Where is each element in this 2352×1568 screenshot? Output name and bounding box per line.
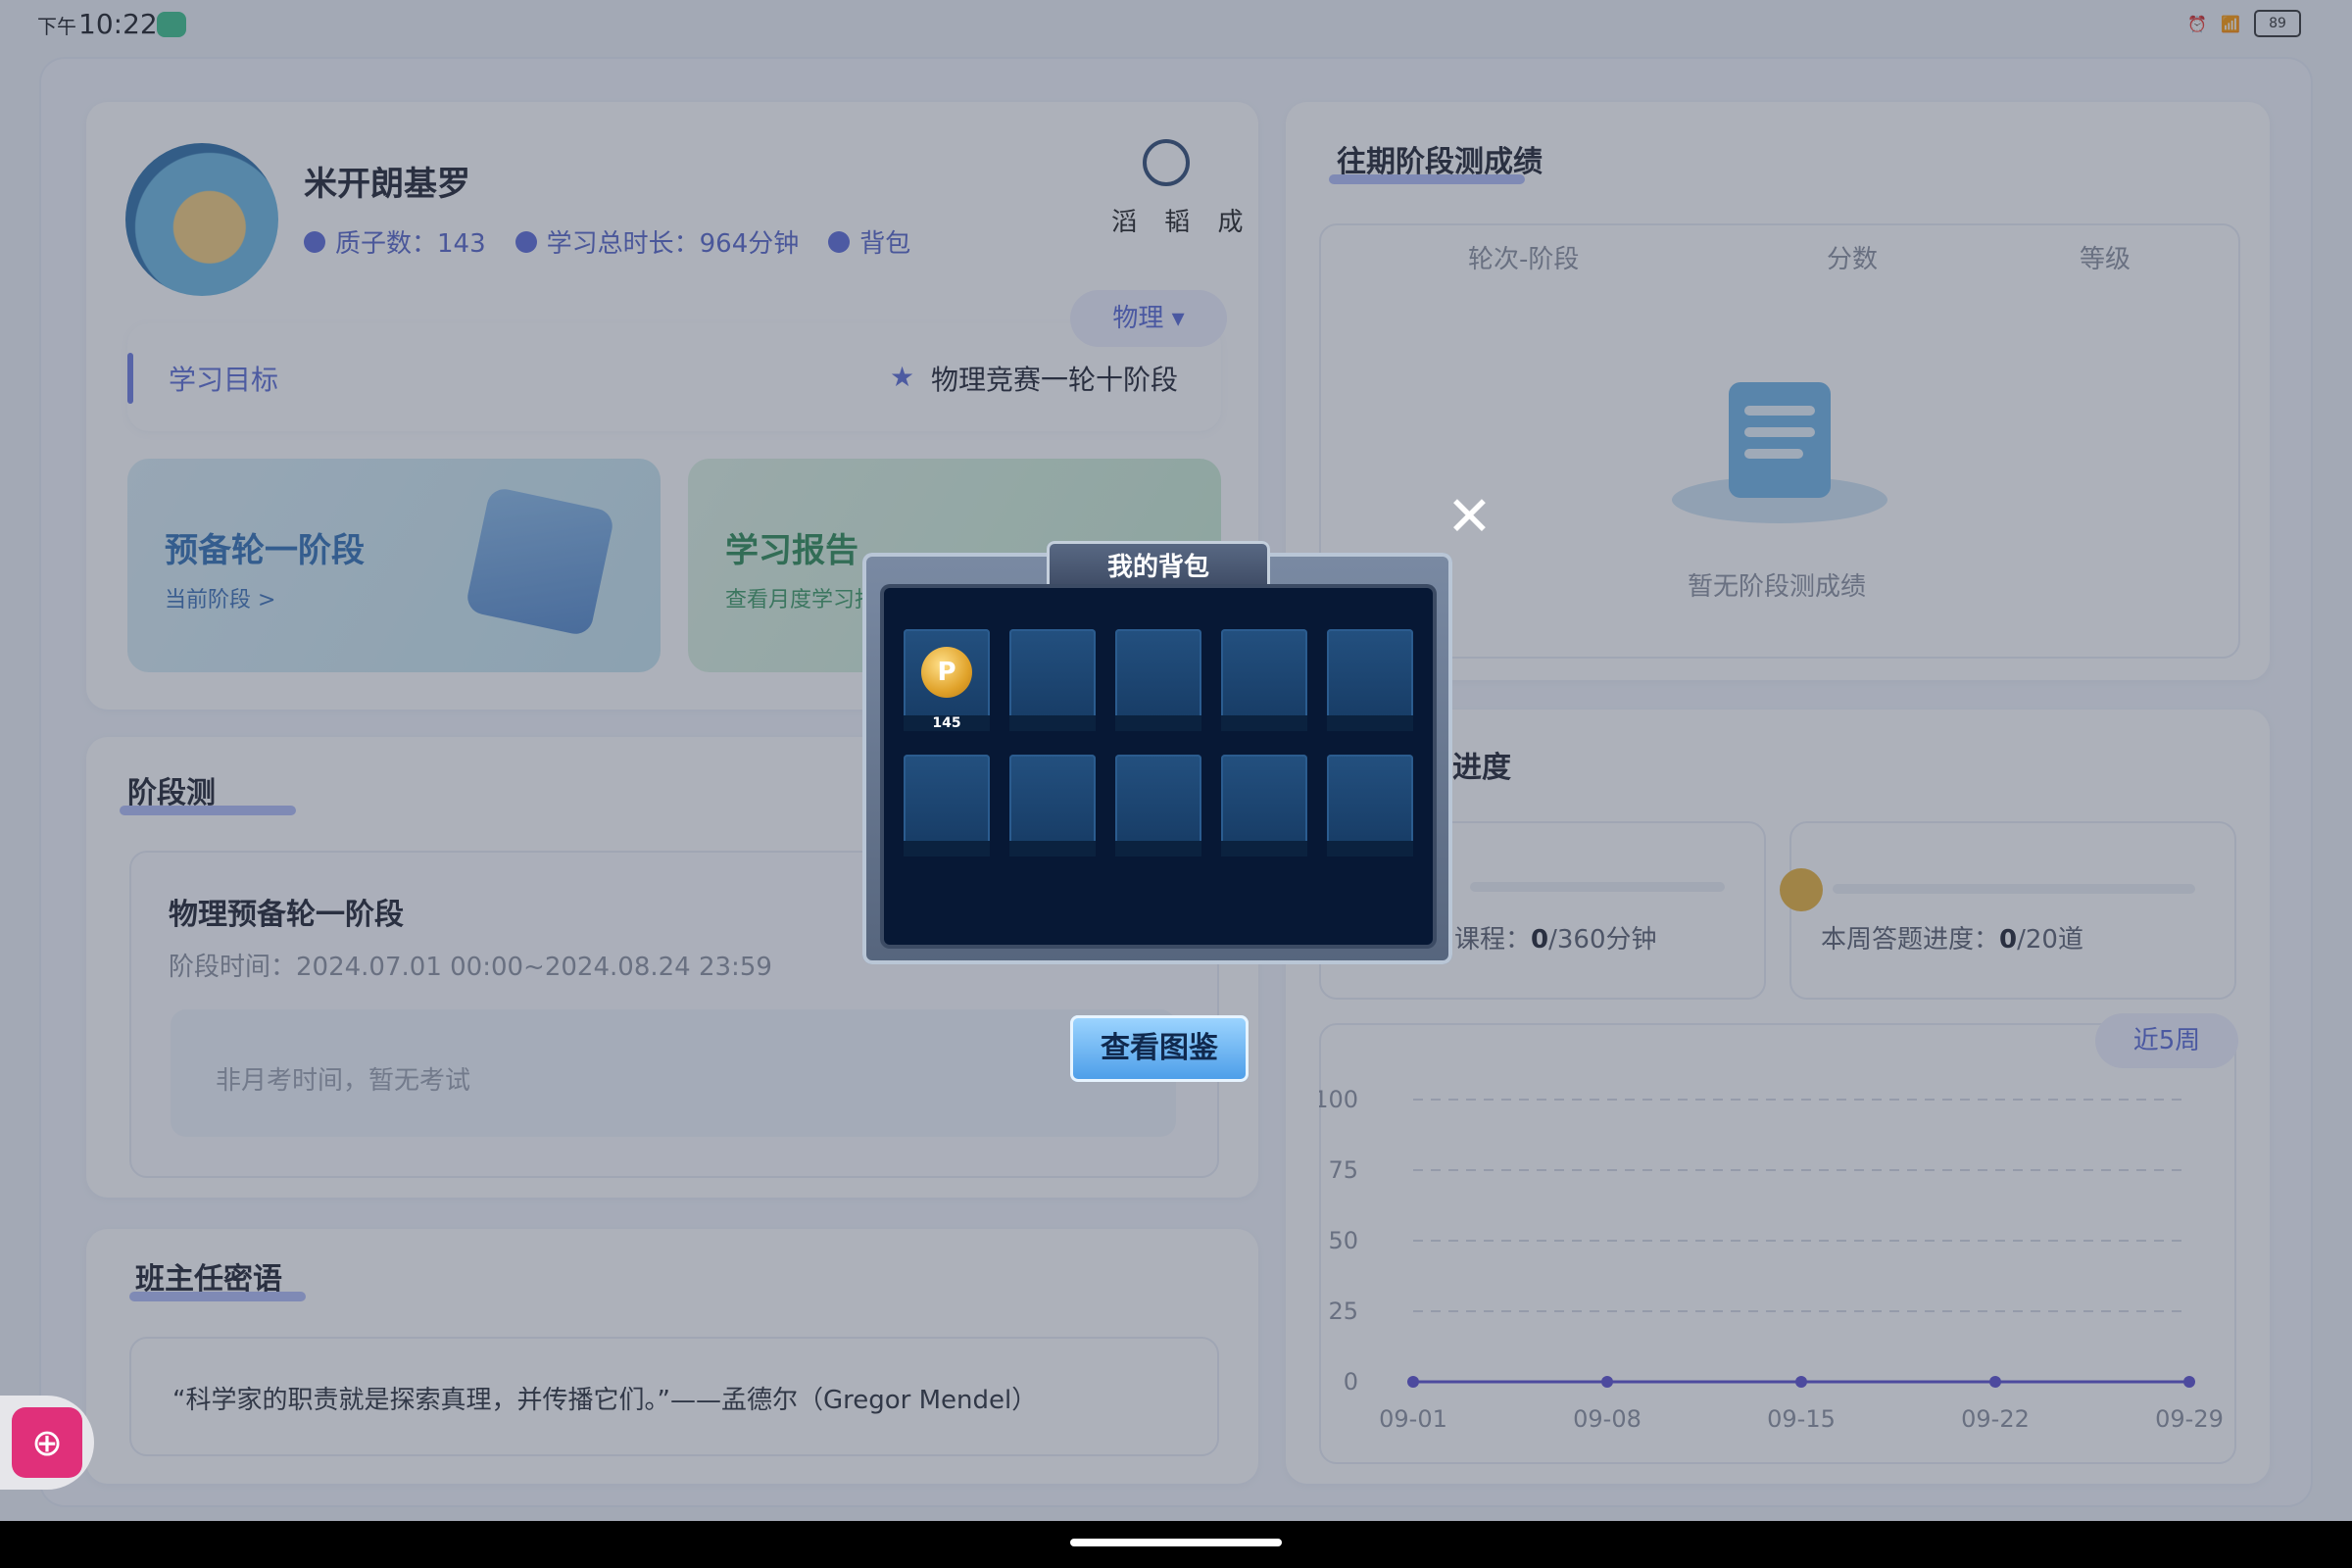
zoom-in-icon[interactable]: ⊕ [12, 1407, 82, 1478]
proton-coin-icon: P [921, 647, 972, 698]
slot-footer [1327, 841, 1413, 857]
home-indicator[interactable] [1070, 1539, 1282, 1546]
empty-slot[interactable] [1221, 755, 1307, 857]
empty-slot[interactable] [1115, 629, 1201, 731]
item-count: 145 [932, 715, 961, 731]
slot-footer [1221, 715, 1307, 731]
backpack-item-slot[interactable]: P 145 [904, 629, 990, 731]
view-collection-button[interactable]: 查看图鉴 [1070, 1015, 1249, 1082]
empty-slot[interactable] [1009, 629, 1096, 731]
close-icon[interactable]: ✕ [1446, 490, 1493, 545]
empty-slot[interactable] [1327, 755, 1413, 857]
slot-footer [1009, 715, 1096, 731]
empty-slot[interactable] [1327, 629, 1413, 731]
slot-footer [1221, 841, 1307, 857]
slot-footer [1115, 715, 1201, 731]
slot-footer [1115, 841, 1201, 857]
slot-footer [1009, 841, 1096, 857]
empty-slot[interactable] [904, 755, 990, 857]
empty-slot[interactable] [1009, 755, 1096, 857]
backpack-modal-title: 我的背包 [1106, 553, 1209, 582]
slot-footer [1327, 715, 1413, 731]
empty-slot[interactable] [1115, 755, 1201, 857]
slot-footer [904, 841, 990, 857]
empty-slot[interactable] [1221, 629, 1307, 731]
